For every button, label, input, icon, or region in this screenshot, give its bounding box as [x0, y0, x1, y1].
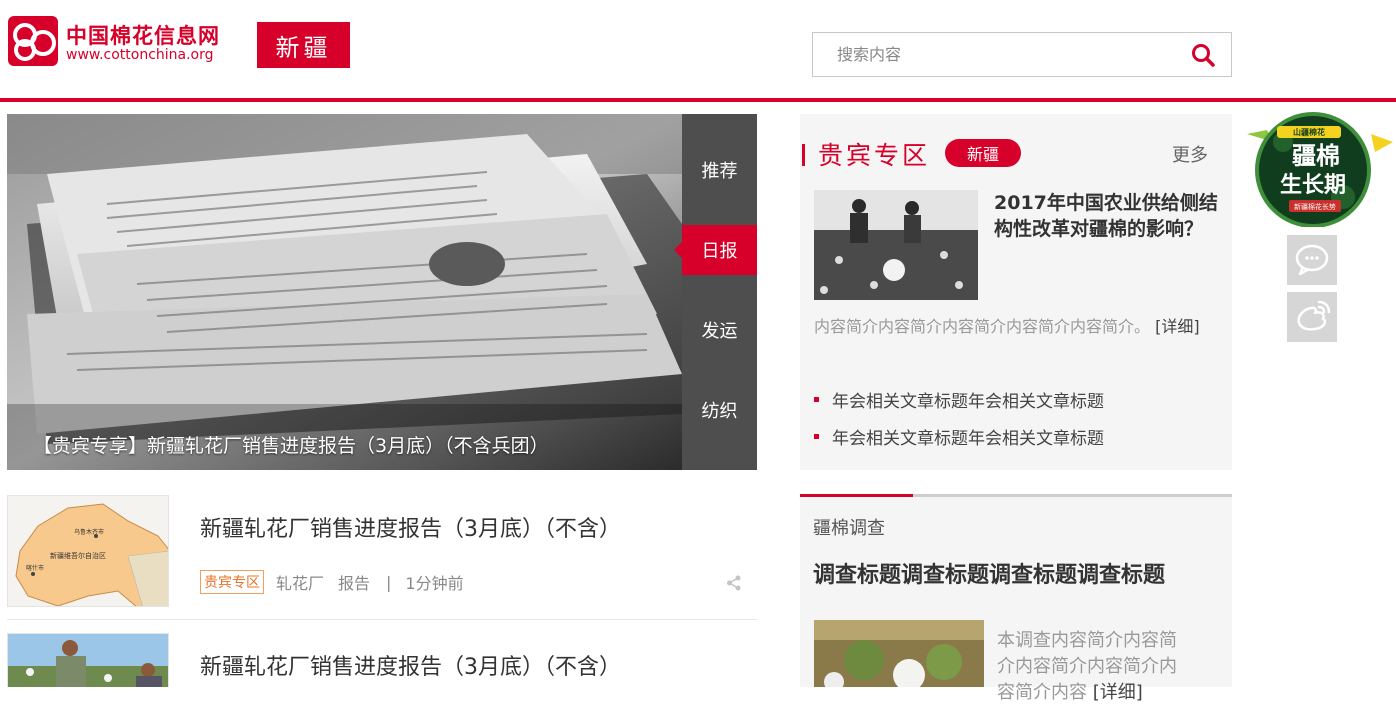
wechat-share-button[interactable] — [1287, 235, 1337, 285]
survey-thumbnail[interactable] — [814, 620, 984, 687]
article-meta: 贵宾专区 轧花厂 报告 | 1分钟前 — [200, 570, 464, 594]
weibo-icon — [1297, 300, 1331, 331]
vip-article-link[interactable]: 年会相关文章标题年会相关文章标题 — [814, 424, 1104, 449]
workers-image — [8, 634, 168, 687]
map-label-urumqi: 乌鲁木齐市 — [74, 528, 104, 536]
region-badge[interactable]: 新疆 — [257, 22, 350, 68]
vip-accent-bar — [802, 144, 805, 166]
hero-caption[interactable]: 【贵宾专享】新疆轧花厂销售进度报告（3月底）（不含兵团） — [33, 431, 549, 458]
article-title[interactable]: 新疆轧花厂销售进度报告（3月底）（不含） — [200, 511, 621, 543]
survey-section-label[interactable]: 疆棉调查 — [813, 514, 885, 540]
map-label-xinjiang: 新疆维吾尔自治区 — [50, 551, 106, 560]
vip-link-text[interactable]: 年会相关文章标题年会相关文章标题 — [832, 424, 1104, 449]
wechat-icon — [1295, 244, 1329, 276]
badge-footer: 新疆棉花长势 — [1294, 202, 1336, 211]
logo-icon — [8, 16, 58, 66]
vip-detail-link[interactable]: [详细] — [1155, 317, 1200, 336]
badge-line2: 生长期 — [1280, 173, 1346, 198]
article-time: 1分钟前 — [405, 574, 464, 593]
badge-line1: 疆棉 — [1292, 142, 1340, 170]
badge-top-text: 山疆棉花 — [1293, 127, 1325, 137]
article-thumbnail-map[interactable]: 乌鲁木齐市 新疆维吾尔自治区 喀什市 — [7, 495, 169, 607]
article-title[interactable]: 新疆轧花厂销售进度报告（3月底）（不含） — [200, 649, 621, 681]
share-icon[interactable] — [726, 575, 742, 591]
tab-recommend[interactable]: 推荐 — [682, 145, 757, 195]
vip-article-link[interactable]: 年会相关文章标题年会相关文章标题 — [814, 387, 1104, 412]
tab-textile[interactable]: 纺织 — [682, 385, 757, 435]
article-tag[interactable]: 贵宾专区 — [200, 570, 264, 594]
vip-region-pill[interactable]: 新疆 — [945, 139, 1021, 167]
vip-headline[interactable]: 2017年中国农业供给侧结构性改革对疆棉的影响？ — [994, 190, 1219, 242]
article-type[interactable]: 报告 — [338, 570, 370, 594]
cotton-boll-image — [814, 620, 984, 687]
survey-summary-text: 本调查内容简介内容简介内容简介内容简介内容简介内容 — [997, 630, 1177, 703]
logo-title: 中国棉花信息网 — [66, 24, 220, 48]
map-label-kashgar: 喀什市 — [26, 564, 44, 572]
header-divider — [0, 98, 1396, 102]
vip-summary: 内容简介内容简介内容简介内容简介内容简介。 [详细] — [814, 314, 1214, 340]
article-thumbnail-workers[interactable] — [7, 633, 169, 687]
cotton-field-image — [814, 190, 978, 300]
map-image: 乌鲁木齐市 新疆维吾尔自治区 喀什市 — [8, 496, 168, 606]
article-divider — [7, 619, 757, 620]
meta-separator: | — [386, 572, 392, 592]
hero-tabs: 推荐 日报 发运 纺织 — [674, 114, 757, 470]
newspaper-image — [7, 114, 682, 470]
tab-shipping[interactable]: 发运 — [682, 305, 757, 355]
search-box — [812, 32, 1232, 77]
survey-detail-link[interactable]: [详细] — [1093, 682, 1143, 703]
vip-thumbnail[interactable] — [814, 190, 978, 300]
vip-summary-text: 内容简介内容简介内容简介内容简介内容简介。 — [814, 317, 1151, 336]
vip-title: 贵宾专区 — [818, 141, 931, 170]
vip-more-link[interactable]: 更多 — [1172, 141, 1208, 167]
logo-url: www.cottonchina.org — [66, 47, 214, 63]
survey-title[interactable]: 调查标题调查标题调查标题调查标题 — [813, 557, 1165, 589]
weibo-share-button[interactable] — [1287, 292, 1337, 342]
growth-period-badge[interactable]: 山疆棉花 疆棉 生长期 新疆棉花长势 — [1243, 112, 1396, 227]
search-input[interactable] — [813, 33, 1173, 76]
tab-daily[interactable]: 日报 — [674, 225, 757, 275]
vip-link-text[interactable]: 年会相关文章标题年会相关文章标题 — [832, 387, 1104, 412]
article-category[interactable]: 轧花厂 — [276, 570, 324, 594]
hero-banner[interactable]: 【贵宾专享】新疆轧花厂销售进度报告（3月底）（不含兵团） — [7, 114, 682, 470]
survey-summary: 本调查内容简介内容简介内容简介内容简介内容简介内容 [详细] — [997, 628, 1187, 706]
search-icon[interactable] — [1191, 43, 1217, 67]
